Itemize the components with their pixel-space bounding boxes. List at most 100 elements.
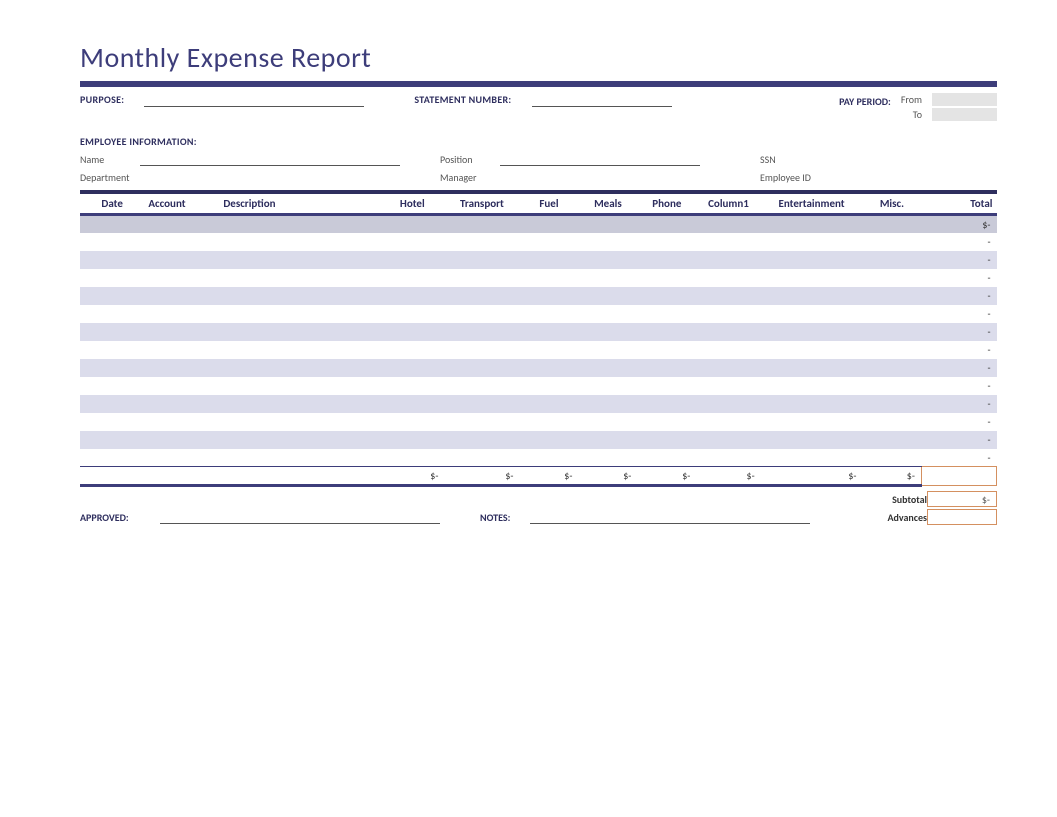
table-cell[interactable] [696, 449, 760, 467]
table-cell[interactable] [219, 377, 380, 395]
table-row[interactable]: - [80, 359, 997, 377]
table-cell[interactable] [696, 269, 760, 287]
table-cell[interactable] [80, 413, 144, 431]
table-cell[interactable] [761, 233, 863, 251]
table-cell[interactable] [144, 251, 219, 269]
table-cell[interactable] [144, 449, 219, 467]
table-cell[interactable] [696, 377, 760, 395]
table-cell[interactable] [80, 359, 144, 377]
table-cell[interactable] [761, 215, 863, 233]
table-cell[interactable] [637, 341, 696, 359]
notes-field[interactable] [530, 510, 810, 524]
table-cell[interactable] [696, 413, 760, 431]
table-row[interactable]: - [80, 269, 997, 287]
table-cell[interactable] [380, 359, 444, 377]
table-cell[interactable] [519, 215, 578, 233]
table-cell[interactable] [144, 269, 219, 287]
manager-field[interactable] [500, 170, 700, 184]
table-cell[interactable] [380, 269, 444, 287]
approved-field[interactable] [160, 510, 440, 524]
table-cell[interactable] [144, 395, 219, 413]
table-cell[interactable] [862, 377, 921, 395]
table-cell[interactable] [637, 215, 696, 233]
table-cell[interactable] [637, 449, 696, 467]
table-cell[interactable] [380, 341, 444, 359]
table-cell[interactable] [380, 413, 444, 431]
table-cell[interactable] [519, 341, 578, 359]
table-cell[interactable] [696, 395, 760, 413]
table-cell[interactable]: $- [921, 215, 996, 233]
table-cell[interactable] [444, 323, 519, 341]
table-cell[interactable] [219, 251, 380, 269]
table-cell[interactable] [80, 341, 144, 359]
purpose-field[interactable] [144, 93, 364, 107]
table-cell[interactable] [761, 323, 863, 341]
table-cell[interactable] [761, 449, 863, 467]
table-cell[interactable] [144, 377, 219, 395]
table-row[interactable]: - [80, 413, 997, 431]
table-cell[interactable] [144, 305, 219, 323]
table-cell[interactable] [144, 215, 219, 233]
table-cell[interactable] [637, 251, 696, 269]
table-cell[interactable] [519, 377, 578, 395]
table-cell[interactable] [696, 341, 760, 359]
table-cell[interactable] [144, 287, 219, 305]
table-cell[interactable] [761, 287, 863, 305]
table-cell[interactable] [444, 251, 519, 269]
table-cell[interactable] [637, 395, 696, 413]
table-cell[interactable] [862, 287, 921, 305]
table-cell[interactable] [144, 431, 219, 449]
table-cell[interactable]: - [921, 323, 996, 341]
table-cell[interactable] [519, 431, 578, 449]
table-cell[interactable] [444, 233, 519, 251]
table-cell[interactable] [862, 395, 921, 413]
table-cell[interactable] [519, 395, 578, 413]
table-cell[interactable] [696, 305, 760, 323]
table-cell[interactable] [219, 305, 380, 323]
table-cell[interactable] [380, 251, 444, 269]
table-cell[interactable] [444, 287, 519, 305]
table-cell[interactable] [862, 359, 921, 377]
table-cell[interactable] [862, 269, 921, 287]
table-cell[interactable] [761, 395, 863, 413]
table-cell[interactable] [578, 287, 637, 305]
table-cell[interactable] [637, 287, 696, 305]
table-cell[interactable] [380, 215, 444, 233]
table-cell[interactable] [380, 377, 444, 395]
table-cell[interactable] [380, 305, 444, 323]
table-cell[interactable] [444, 449, 519, 467]
table-cell[interactable] [144, 323, 219, 341]
table-cell[interactable] [380, 287, 444, 305]
table-cell[interactable] [80, 215, 144, 233]
table-cell[interactable] [219, 359, 380, 377]
table-cell[interactable]: - [921, 431, 996, 449]
table-cell[interactable] [444, 305, 519, 323]
table-row[interactable]: - [80, 323, 997, 341]
department-field[interactable] [140, 170, 400, 184]
table-cell[interactable] [696, 215, 760, 233]
table-cell[interactable] [578, 377, 637, 395]
table-cell[interactable] [444, 395, 519, 413]
table-cell[interactable] [761, 359, 863, 377]
table-cell[interactable] [80, 323, 144, 341]
table-cell[interactable] [862, 233, 921, 251]
table-cell[interactable] [219, 449, 380, 467]
table-cell[interactable] [761, 341, 863, 359]
table-cell[interactable]: - [921, 341, 996, 359]
table-cell[interactable] [444, 269, 519, 287]
table-cell[interactable] [144, 413, 219, 431]
table-cell[interactable] [219, 395, 380, 413]
table-cell[interactable] [862, 413, 921, 431]
table-cell[interactable]: - [921, 233, 996, 251]
table-cell[interactable] [519, 359, 578, 377]
table-cell[interactable] [80, 377, 144, 395]
table-cell[interactable] [578, 413, 637, 431]
table-cell[interactable] [761, 305, 863, 323]
table-cell[interactable] [219, 215, 380, 233]
table-cell[interactable] [637, 431, 696, 449]
table-cell[interactable]: - [921, 251, 996, 269]
table-cell[interactable]: - [921, 305, 996, 323]
table-cell[interactable] [637, 269, 696, 287]
table-cell[interactable] [380, 395, 444, 413]
table-cell[interactable] [444, 377, 519, 395]
